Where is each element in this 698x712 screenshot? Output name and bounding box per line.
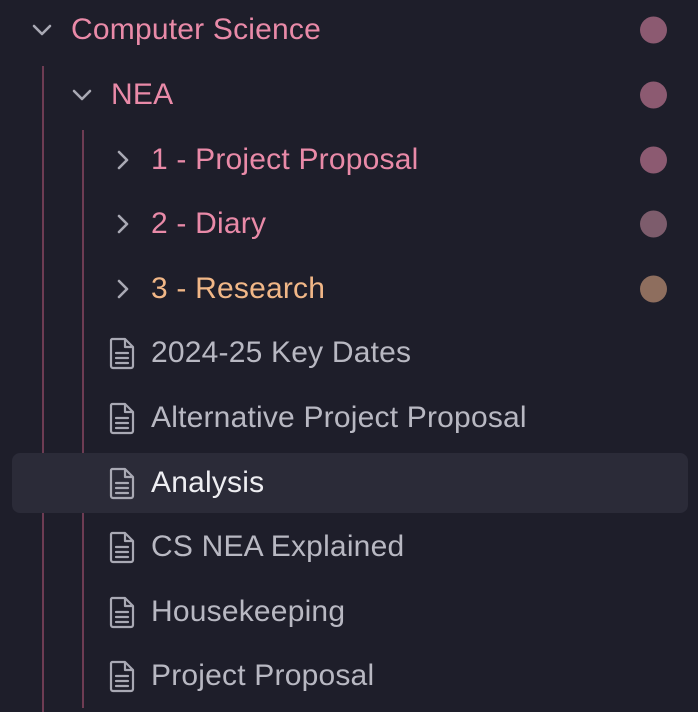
file-label: Housekeeping [151,595,346,628]
document-icon [107,659,137,693]
chevron-right-icon[interactable] [109,146,137,174]
file-label: Project Proposal [151,659,375,692]
folder-color-dot [640,146,667,174]
folder-label: 1 - Project Proposal [151,143,419,176]
file-label: 2024-25 Key Dates [151,336,412,369]
folder-3-research[interactable]: 3 - Research [12,259,688,319]
chevron-right-icon[interactable] [109,210,137,238]
file-explorer-tree: Computer Science NEA 1 - Project Proposa… [0,0,698,712]
document-icon [107,595,137,629]
folder-label: NEA [111,78,174,111]
folder-color-dot [640,81,667,109]
folder-label: Computer Science [71,13,321,46]
chevron-down-icon[interactable] [28,16,56,44]
folder-label: 3 - Research [151,272,326,305]
folder-2-diary[interactable]: 2 - Diary [12,194,688,254]
folder-label: 2 - Diary [151,207,267,240]
file-2024-25-key-dates[interactable]: 2024-25 Key Dates [12,323,688,383]
file-analysis[interactable]: Analysis [12,453,688,513]
folder-color-dot [640,210,667,238]
document-icon [107,401,137,435]
document-icon [107,466,137,500]
file-label: CS NEA Explained [151,530,405,563]
chevron-right-icon[interactable] [109,275,137,303]
file-alternative-project-proposal[interactable]: Alternative Project Proposal [12,388,688,448]
folder-color-dot [640,275,667,303]
document-icon [107,336,137,370]
folder-nea[interactable]: NEA [12,65,688,125]
file-label: Alternative Project Proposal [151,401,527,434]
folder-color-dot [640,16,667,44]
chevron-down-icon[interactable] [68,81,96,109]
file-label: Analysis [151,466,265,499]
file-housekeeping[interactable]: Housekeeping [12,582,688,642]
document-icon [107,530,137,564]
folder-1-project-proposal[interactable]: 1 - Project Proposal [12,130,688,190]
folder-computer-science[interactable]: Computer Science [12,0,688,60]
file-cs-nea-explained[interactable]: CS NEA Explained [12,517,688,577]
file-project-proposal[interactable]: Project Proposal [12,646,688,706]
